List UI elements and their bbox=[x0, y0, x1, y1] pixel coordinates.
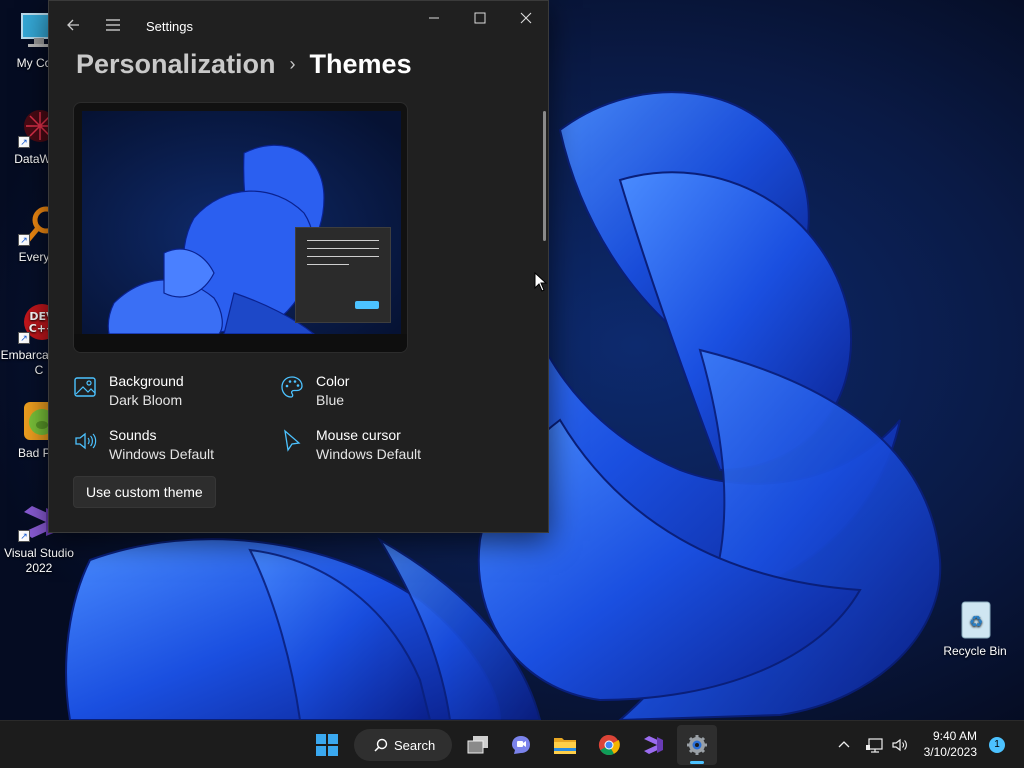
preview-accent-button bbox=[355, 301, 379, 309]
breadcrumb: Personalization › Themes bbox=[76, 49, 412, 80]
volume-icon[interactable] bbox=[892, 737, 910, 753]
clock-time: 9:40 AM bbox=[932, 729, 977, 743]
sounds-label: Sounds bbox=[109, 427, 157, 443]
windows-start-icon bbox=[316, 734, 338, 756]
minimize-button[interactable] bbox=[411, 1, 457, 35]
chevron-right-icon: › bbox=[289, 54, 296, 74]
settings-icon bbox=[687, 735, 707, 755]
system-tray bbox=[836, 721, 910, 768]
notification-badge[interactable]: 1 bbox=[989, 737, 1005, 753]
sounds-setting[interactable]: Sounds Windows Default bbox=[73, 427, 273, 467]
window-title: Settings bbox=[146, 19, 193, 34]
speaker-icon bbox=[75, 432, 97, 450]
network-icon[interactable] bbox=[866, 737, 884, 753]
back-button[interactable] bbox=[57, 9, 89, 41]
mouse-pointer-icon bbox=[534, 272, 548, 292]
image-icon bbox=[74, 377, 96, 397]
taskbar-search-box[interactable]: Search bbox=[354, 729, 452, 761]
shortcut-arrow-icon: ↗ bbox=[18, 530, 30, 542]
preview-dialog-sample bbox=[295, 227, 391, 323]
mouse-cursor-label: Mouse cursor bbox=[316, 427, 401, 443]
color-value: Blue bbox=[316, 392, 345, 408]
clock-date: 3/10/2023 bbox=[923, 745, 977, 759]
minimize-icon bbox=[429, 17, 439, 19]
background-label: Background bbox=[109, 373, 184, 389]
file-explorer-icon bbox=[554, 738, 576, 754]
svg-text:♻: ♻ bbox=[969, 612, 983, 631]
chat-icon bbox=[512, 736, 530, 754]
theme-preview bbox=[73, 102, 408, 353]
background-setting[interactable]: Background Dark Bloom bbox=[73, 373, 273, 413]
close-icon bbox=[520, 12, 532, 24]
active-indicator bbox=[690, 761, 704, 764]
settings-window: Settings Personalization › Themes Backgr… bbox=[48, 0, 549, 533]
sounds-value: Windows Default bbox=[109, 446, 215, 462]
color-label: Color bbox=[316, 373, 350, 389]
file-explorer-button[interactable] bbox=[545, 725, 585, 765]
maximize-button[interactable] bbox=[457, 1, 503, 35]
shortcut-arrow-icon: ↗ bbox=[18, 136, 30, 148]
mouse-cursor-setting[interactable]: Mouse cursor Windows Default bbox=[280, 427, 480, 467]
task-view-icon bbox=[467, 736, 488, 754]
title-bar[interactable]: Settings bbox=[49, 1, 548, 49]
page-title: Themes bbox=[309, 49, 412, 79]
mouse-cursor-value: Windows Default bbox=[316, 446, 422, 462]
taskbar: Search 9:40 AM 3/10/2023 1 bbox=[0, 720, 1024, 768]
chrome-button[interactable] bbox=[589, 725, 629, 765]
start-button[interactable] bbox=[307, 725, 347, 765]
settings-taskbar-button[interactable] bbox=[677, 725, 717, 765]
recycle-bin-icon: ♻ bbox=[954, 598, 996, 640]
use-custom-theme-button[interactable]: Use custom theme bbox=[73, 476, 216, 508]
maximize-icon bbox=[474, 12, 486, 24]
visual-studio-taskbar-button[interactable] bbox=[633, 725, 673, 765]
search-label: Search bbox=[394, 737, 436, 753]
shortcut-arrow-icon: ↗ bbox=[18, 234, 30, 246]
close-button[interactable] bbox=[503, 1, 548, 35]
color-setting[interactable]: Color Blue bbox=[280, 373, 480, 413]
menu-button[interactable] bbox=[97, 9, 129, 41]
palette-icon bbox=[281, 376, 303, 398]
desktop-icon-recycle-bin[interactable]: ♻ Recycle Bin bbox=[936, 598, 1014, 659]
search-icon bbox=[374, 738, 388, 752]
back-arrow-icon bbox=[67, 19, 79, 31]
desktop-icon-label: Visual Studio 2022 bbox=[4, 546, 74, 575]
breadcrumb-personalization[interactable]: Personalization bbox=[76, 49, 276, 80]
hamburger-menu-icon bbox=[106, 19, 120, 31]
cursor-icon bbox=[284, 429, 301, 452]
taskbar-clock[interactable]: 9:40 AM 3/10/2023 bbox=[924, 728, 977, 760]
chat-button[interactable] bbox=[501, 725, 541, 765]
scrollbar[interactable] bbox=[543, 111, 546, 241]
shortcut-arrow-icon: ↗ bbox=[18, 332, 30, 344]
desktop-icon-label: Recycle Bin bbox=[943, 644, 1007, 658]
chrome-icon bbox=[598, 734, 620, 756]
background-value: Dark Bloom bbox=[109, 392, 183, 408]
task-view-button[interactable] bbox=[458, 725, 498, 765]
visual-studio-icon bbox=[644, 736, 663, 754]
chevron-up-icon[interactable] bbox=[836, 737, 852, 753]
